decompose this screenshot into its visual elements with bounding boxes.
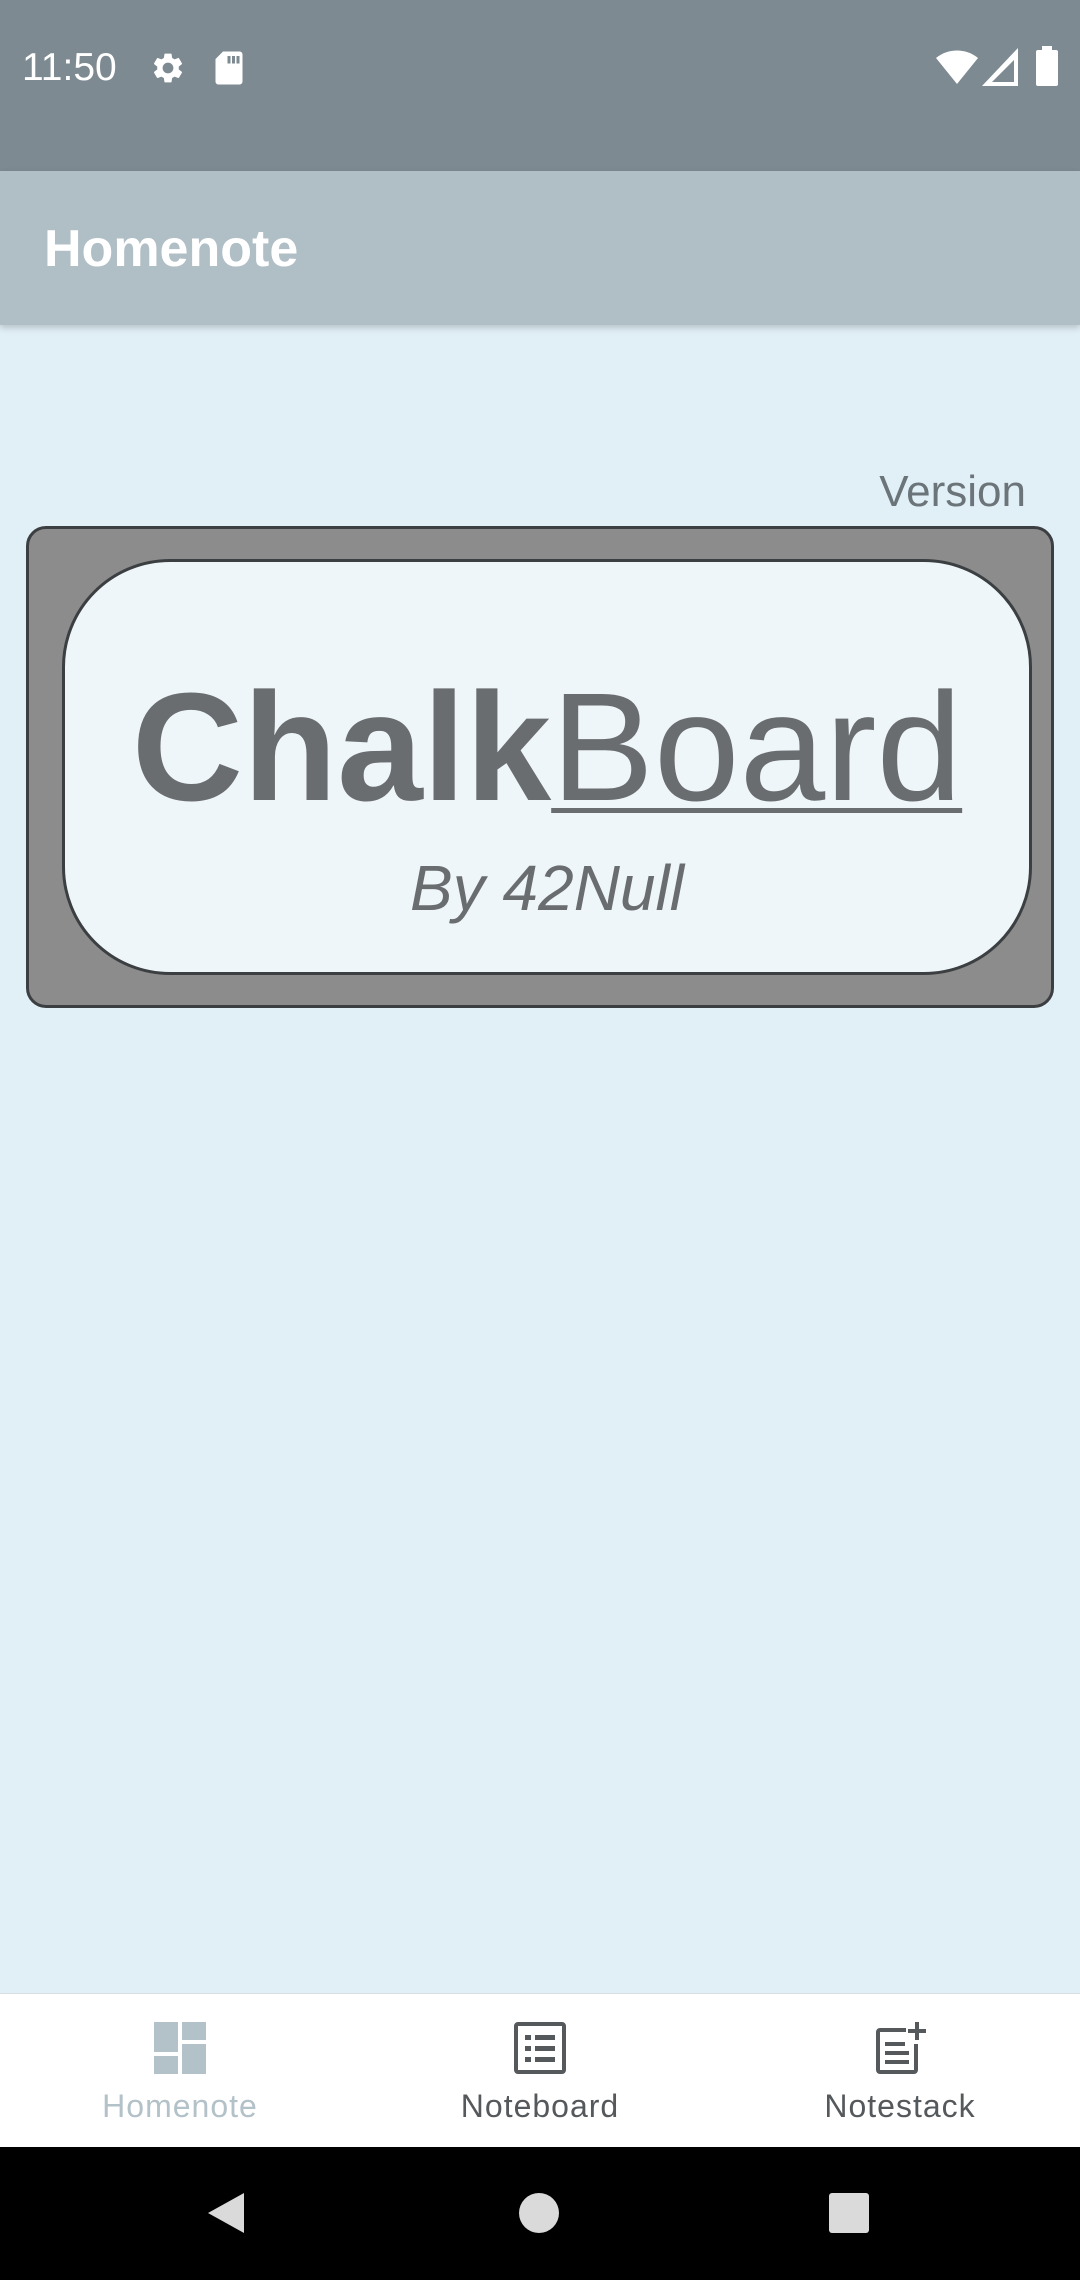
version-label: Version bbox=[879, 467, 1026, 516]
logo-title-chalk: Chalk bbox=[131, 661, 552, 833]
gear-icon bbox=[153, 53, 183, 83]
nav-label-notestack: Notestack bbox=[824, 2088, 976, 2124]
list-icon bbox=[514, 2022, 566, 2074]
logo-panel: ChalkBoard By 42Null bbox=[62, 559, 1032, 975]
logo-byline: By 42Null bbox=[410, 852, 684, 924]
screen: 11:50 Homenote Version ChalkBoard By 42N… bbox=[0, 0, 1080, 2280]
nav-item-notestack[interactable]: Notestack bbox=[720, 1994, 1080, 2148]
recents-icon[interactable] bbox=[828, 2192, 870, 2234]
back-icon[interactable] bbox=[204, 2189, 248, 2237]
nav-item-noteboard[interactable]: Noteboard bbox=[360, 1994, 720, 2148]
dashboard-icon bbox=[154, 2022, 206, 2074]
logo-title: ChalkBoard bbox=[65, 662, 1029, 832]
battery-icon bbox=[1036, 46, 1058, 86]
home-icon[interactable] bbox=[518, 2192, 560, 2234]
logo-title-board: Board bbox=[551, 661, 963, 833]
app-bar: Homenote bbox=[0, 171, 1080, 325]
status-time: 11:50 bbox=[22, 46, 117, 89]
sd-card-icon bbox=[215, 51, 243, 85]
system-navigation-bar bbox=[0, 2147, 1080, 2280]
note-add-icon bbox=[876, 2022, 926, 2074]
cell-signal-icon bbox=[982, 48, 1018, 86]
nav-label-homenote: Homenote bbox=[102, 2088, 258, 2124]
bottom-navigation: Homenote Noteboard Notestack bbox=[0, 1993, 1080, 2147]
wifi-icon bbox=[936, 50, 978, 84]
status-bar: 11:50 bbox=[0, 0, 1080, 171]
app-title: Homenote bbox=[44, 220, 299, 278]
nav-label-noteboard: Noteboard bbox=[460, 2088, 620, 2124]
nav-item-homenote[interactable]: Homenote bbox=[0, 1994, 360, 2148]
